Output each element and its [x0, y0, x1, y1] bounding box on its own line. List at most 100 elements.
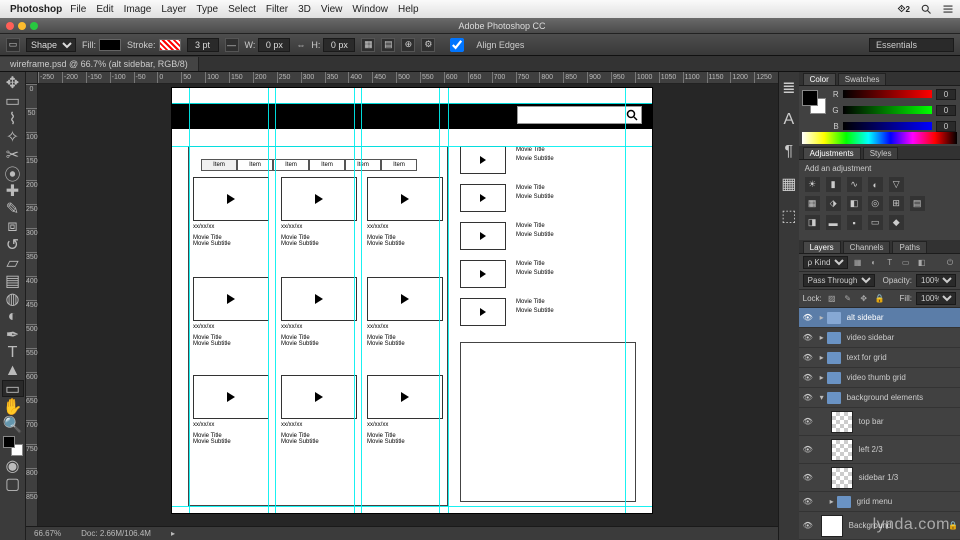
- layer-name[interactable]: top bar: [857, 417, 960, 426]
- pen-tool-icon[interactable]: ✒: [2, 326, 24, 343]
- brush-tool-icon[interactable]: ✎: [2, 200, 24, 217]
- paragraph-panel-icon[interactable]: ¶: [781, 144, 797, 160]
- stroke-width-input[interactable]: [187, 38, 219, 52]
- guide-horizontal[interactable]: [172, 506, 652, 507]
- height-input[interactable]: [323, 38, 355, 52]
- lock-transparency-icon[interactable]: ▨: [826, 293, 838, 305]
- selective-color-adj-icon[interactable]: ◆: [889, 215, 904, 230]
- lasso-tool-icon[interactable]: ⌇: [2, 110, 24, 127]
- search-icon[interactable]: [920, 3, 932, 15]
- menu-view[interactable]: View: [321, 4, 343, 15]
- channel-mixer-adj-icon[interactable]: ⊞: [889, 196, 904, 211]
- layer-thumb[interactable]: [821, 515, 843, 537]
- layer-name[interactable]: background elements: [845, 393, 960, 402]
- tab-styles[interactable]: Styles: [863, 147, 899, 159]
- dodge-tool-icon[interactable]: ◐: [2, 308, 24, 325]
- color-balance-adj-icon[interactable]: ⬗: [826, 196, 841, 211]
- layer-name[interactable]: video sidebar: [845, 333, 960, 342]
- type-tool-icon[interactable]: T: [2, 344, 24, 361]
- fill-swatch[interactable]: [99, 39, 121, 51]
- menu-layer[interactable]: Layer: [161, 4, 186, 15]
- stamp-tool-icon[interactable]: ⧈: [2, 218, 24, 235]
- menu-filter[interactable]: Filter: [266, 4, 288, 15]
- history-panel-icon[interactable]: ≣: [781, 80, 797, 96]
- layer-row[interactable]: 👁▸video sidebar: [799, 328, 960, 348]
- libraries-panel-icon[interactable]: ▦: [781, 176, 797, 192]
- filter-adj-icon[interactable]: ◐: [868, 257, 880, 269]
- threshold-adj-icon[interactable]: ▪: [847, 215, 862, 230]
- menu-3d[interactable]: 3D: [298, 4, 311, 15]
- r-slider[interactable]: [843, 90, 932, 98]
- visibility-toggle-icon[interactable]: 👁: [799, 373, 817, 382]
- lock-position-icon[interactable]: ✥: [858, 293, 870, 305]
- zoom-window-button[interactable]: [30, 22, 38, 30]
- disclosure-arrow-icon[interactable]: ▸: [827, 497, 837, 506]
- visibility-toggle-icon[interactable]: 👁: [799, 393, 817, 402]
- g-value[interactable]: 0: [936, 105, 956, 116]
- gradient-map-adj-icon[interactable]: ▭: [868, 215, 883, 230]
- guide-vertical[interactable]: [439, 88, 440, 513]
- guide-horizontal[interactable]: [172, 146, 652, 147]
- menu-edit[interactable]: Edit: [96, 4, 113, 15]
- path-arrange-button[interactable]: ▤: [381, 38, 395, 52]
- visibility-toggle-icon[interactable]: 👁: [799, 313, 817, 322]
- menu-file[interactable]: File: [70, 4, 86, 15]
- menu-image[interactable]: Image: [124, 4, 152, 15]
- fg-bg-color[interactable]: [3, 436, 23, 456]
- color-lookup-adj-icon[interactable]: ▤: [910, 196, 925, 211]
- move-tool-icon[interactable]: ✥: [2, 74, 24, 91]
- guide-vertical[interactable]: [189, 88, 190, 513]
- tab-layers[interactable]: Layers: [803, 241, 841, 253]
- color-spectrum[interactable]: [802, 132, 957, 144]
- filter-shape-icon[interactable]: ▭: [900, 257, 912, 269]
- layer-row[interactable]: 👁 top bar: [799, 408, 960, 436]
- marquee-tool-icon[interactable]: ▭: [2, 92, 24, 109]
- gradient-tool-icon[interactable]: ▤: [2, 272, 24, 289]
- guide-vertical[interactable]: [268, 88, 269, 513]
- brightness-adj-icon[interactable]: ☀: [805, 177, 820, 192]
- menu-select[interactable]: Select: [228, 4, 256, 15]
- bw-adj-icon[interactable]: ◧: [847, 196, 862, 211]
- layer-list[interactable]: 👁▸alt sidebar👁▸video sidebar👁▸text for g…: [799, 308, 960, 540]
- workspace-switcher[interactable]: Essentials: [869, 38, 954, 52]
- cc-sync-badge[interactable]: ⟐2: [898, 4, 910, 15]
- menu-drawer-icon[interactable]: [942, 3, 954, 15]
- guide-vertical[interactable]: [625, 88, 626, 513]
- lock-all-icon[interactable]: 🔒: [874, 293, 886, 305]
- opacity-value[interactable]: 100%: [916, 274, 956, 287]
- shape-mode-select[interactable]: Shape: [26, 38, 76, 52]
- menu-help[interactable]: Help: [398, 4, 419, 15]
- magic-wand-tool-icon[interactable]: ✧: [2, 128, 24, 145]
- layer-name[interactable]: alt sidebar: [845, 313, 960, 322]
- posterize-adj-icon[interactable]: ▬: [826, 215, 841, 230]
- canvas-area[interactable]: -250-200-150-100-50050100150200250300350…: [26, 72, 778, 540]
- stroke-swatch[interactable]: [159, 39, 181, 51]
- visibility-toggle-icon[interactable]: 👁: [799, 497, 817, 506]
- disclosure-arrow-icon[interactable]: ▸: [817, 353, 827, 362]
- rectangle-tool-icon[interactable]: ▭: [2, 380, 24, 397]
- filter-pixel-icon[interactable]: ▦: [852, 257, 864, 269]
- hue-adj-icon[interactable]: ▦: [805, 196, 820, 211]
- exposure-adj-icon[interactable]: ◐: [868, 177, 883, 192]
- tab-paths[interactable]: Paths: [892, 241, 926, 253]
- layer-thumb[interactable]: [831, 411, 853, 433]
- disclosure-arrow-icon[interactable]: ▸: [817, 373, 827, 382]
- filter-smart-icon[interactable]: ◧: [916, 257, 928, 269]
- photo-filter-adj-icon[interactable]: ◎: [868, 196, 883, 211]
- visibility-toggle-icon[interactable]: 👁: [799, 417, 817, 426]
- guide-vertical[interactable]: [354, 88, 355, 513]
- stroke-type-button[interactable]: —: [225, 38, 239, 52]
- layer-row[interactable]: 👁sidebar 1/3: [799, 464, 960, 492]
- layer-row[interactable]: 👁▸alt sidebar: [799, 308, 960, 328]
- fill-value[interactable]: 100%: [916, 292, 956, 305]
- screenmode-icon[interactable]: ▢: [2, 475, 24, 492]
- layer-row[interactable]: 👁▸text for grid: [799, 348, 960, 368]
- width-input[interactable]: [258, 38, 290, 52]
- guide-vertical[interactable]: [275, 88, 276, 513]
- tab-color[interactable]: Color: [803, 73, 836, 85]
- properties-panel-icon[interactable]: ⬚: [781, 208, 797, 224]
- layer-name[interactable]: sidebar 1/3: [857, 473, 960, 482]
- b-slider[interactable]: [843, 122, 932, 130]
- layer-name[interactable]: text for grid: [845, 353, 960, 362]
- filter-type-icon[interactable]: T: [884, 257, 896, 269]
